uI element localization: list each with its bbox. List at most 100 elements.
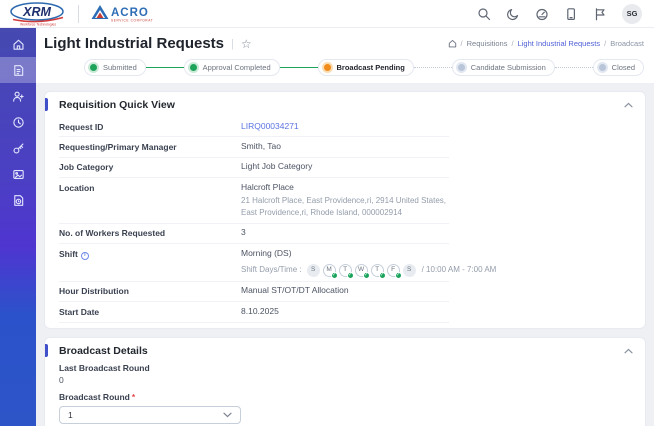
day-badge-monday: M✓ [323, 264, 336, 277]
sidebar-item-workers[interactable] [0, 83, 36, 109]
step-connector [414, 67, 452, 68]
dark-mode-moon-icon[interactable] [506, 7, 520, 21]
shift-days-row: Shift Days/Time : S M✓ T✓ W✓ T✓ F✓ S / 1… [241, 264, 496, 277]
row-job-category: Job Category Light Job Category [59, 158, 449, 178]
field-label: Location [59, 182, 241, 219]
step-dot [190, 64, 197, 71]
document-clock-icon [12, 194, 25, 207]
day-check-icon: ✓ [395, 272, 402, 279]
breadcrumb-separator: / [511, 39, 513, 48]
field-broadcast-round: Broadcast Round* 1 [59, 392, 633, 424]
broadcast-round-select[interactable]: 1 [59, 406, 241, 424]
field-label: Job Category [59, 161, 241, 173]
sidebar-item-home[interactable] [0, 31, 36, 57]
main-area: Light Industrial Requests | ☆ / Requisit… [36, 28, 654, 426]
location-address: 21 Halcroft Place, East Providence,ri, 2… [241, 195, 449, 219]
day-badge-thursday: T✓ [371, 264, 384, 277]
field-value: Halcroft Place 21 Halcroft Place, East P… [241, 182, 449, 219]
step-dot [458, 64, 465, 71]
broadcast-details-header: Broadcast Details [45, 338, 645, 363]
breadcrumb-item-light-industrial-requests[interactable]: Light Industrial Requests [518, 39, 601, 48]
svg-text:XRM: XRM [22, 5, 51, 19]
day-check-icon: ✓ [379, 272, 386, 279]
step-candidate-submission[interactable]: Candidate Submission [452, 59, 555, 76]
field-value: Morning (DS) Shift Days/Time : S M✓ T✓ W… [241, 248, 496, 277]
field-value: 0 [59, 375, 633, 385]
collapse-chevron-up-icon[interactable] [624, 348, 633, 354]
selected-value: 1 [68, 410, 73, 420]
day-check-icon: ✓ [347, 272, 354, 279]
location-name: Halcroft Place [241, 182, 294, 192]
step-connector [555, 67, 593, 68]
field-label: Shifti [59, 248, 241, 277]
broadcast-details-card: Broadcast Details Last Broadcast Round 0… [44, 337, 646, 426]
breadcrumb: / Requisitions / Light Industrial Reques… [448, 39, 644, 48]
request-id-link[interactable]: LIRQ00034271 [241, 121, 449, 133]
shift-label: Shift [59, 249, 78, 259]
day-check-icon: ✓ [331, 272, 338, 279]
xrm-logo: XRM Workforce Technologies [8, 1, 70, 27]
people-icon [12, 90, 25, 103]
chevron-down-icon [223, 412, 232, 418]
day-badge-friday: F✓ [387, 264, 400, 277]
step-connector [280, 67, 318, 68]
breadcrumb-item-broadcast: Broadcast [610, 39, 644, 48]
row-request-id: Request ID LIRQ00034271 [59, 117, 449, 137]
shift-time: / 10:00 AM - 7:00 AM [422, 265, 497, 276]
svg-text:SERVICE CORPORATION: SERVICE CORPORATION [111, 18, 153, 22]
step-connector [146, 67, 184, 68]
row-manager: Requesting/Primary Manager Smith, Tao [59, 137, 449, 157]
broadcast-details-body: Last Broadcast Round 0 Broadcast Round* … [45, 363, 645, 426]
svg-text:Workforce Technologies: Workforce Technologies [20, 22, 56, 26]
required-asterisk: * [132, 392, 135, 402]
day-badge-saturday: S [403, 264, 416, 277]
home-icon [12, 38, 25, 51]
field-value: Manual ST/OT/DT Allocation [241, 285, 449, 297]
field-label: Hour Distribution [59, 285, 241, 297]
search-icon[interactable] [477, 7, 491, 21]
step-dot [324, 64, 331, 71]
sidebar-item-admin[interactable] [0, 135, 36, 161]
clock-history-icon [12, 116, 25, 129]
favorite-star-icon[interactable]: ☆ [241, 38, 252, 50]
step-label: Approval Completed [203, 63, 271, 72]
breadcrumb-separator: / [604, 39, 606, 48]
collapse-chevron-up-icon[interactable] [624, 102, 633, 108]
row-workers: No. of Workers Requested 3 [59, 224, 449, 244]
step-dot [90, 64, 97, 71]
field-label: Requesting/Primary Manager [59, 141, 241, 153]
field-label: Last Broadcast Round [59, 363, 633, 373]
gauge-icon[interactable] [535, 7, 549, 21]
logo-divider [78, 5, 79, 23]
field-value: Light Job Category [241, 161, 449, 173]
sidebar-item-requests[interactable] [0, 57, 36, 83]
svg-text:ACRO: ACRO [111, 7, 149, 19]
step-approval-completed[interactable]: Approval Completed [184, 59, 280, 76]
device-icon[interactable] [564, 7, 578, 21]
step-broadcast-pending[interactable]: Broadcast Pending [318, 59, 414, 76]
breadcrumb-item-requisitions[interactable]: Requisitions [467, 39, 508, 48]
flag-icon[interactable] [593, 7, 607, 21]
sidebar-nav [0, 28, 36, 426]
page-title: Light Industrial Requests [44, 35, 224, 52]
step-dot [599, 64, 606, 71]
shift-days-caption: Shift Days/Time : [241, 265, 302, 276]
acro-logo: ACRO SERVICE CORPORATION [87, 2, 153, 26]
breadcrumb-home-icon[interactable] [448, 39, 457, 48]
sidebar-item-time-history[interactable] [0, 109, 36, 135]
step-submitted[interactable]: Submitted [84, 59, 146, 76]
step-label: Broadcast Pending [337, 63, 405, 72]
day-badge-sunday: S [307, 264, 320, 277]
requisition-quick-view-card: Requisition Quick View Request ID LIRQ00… [44, 91, 646, 329]
step-closed[interactable]: Closed [593, 59, 644, 76]
sidebar-item-scheduled-docs[interactable] [0, 187, 36, 213]
section-title: Requisition Quick View [59, 99, 175, 111]
info-icon[interactable]: i [81, 252, 89, 260]
field-label: Broadcast Round* [59, 392, 633, 402]
page-content: Requisition Quick View Request ID LIRQ00… [36, 83, 654, 426]
key-icon [12, 142, 25, 155]
sidebar-item-gallery[interactable] [0, 161, 36, 187]
user-avatar[interactable]: SG [622, 4, 642, 24]
image-card-icon [12, 168, 25, 181]
step-label: Candidate Submission [471, 63, 546, 72]
